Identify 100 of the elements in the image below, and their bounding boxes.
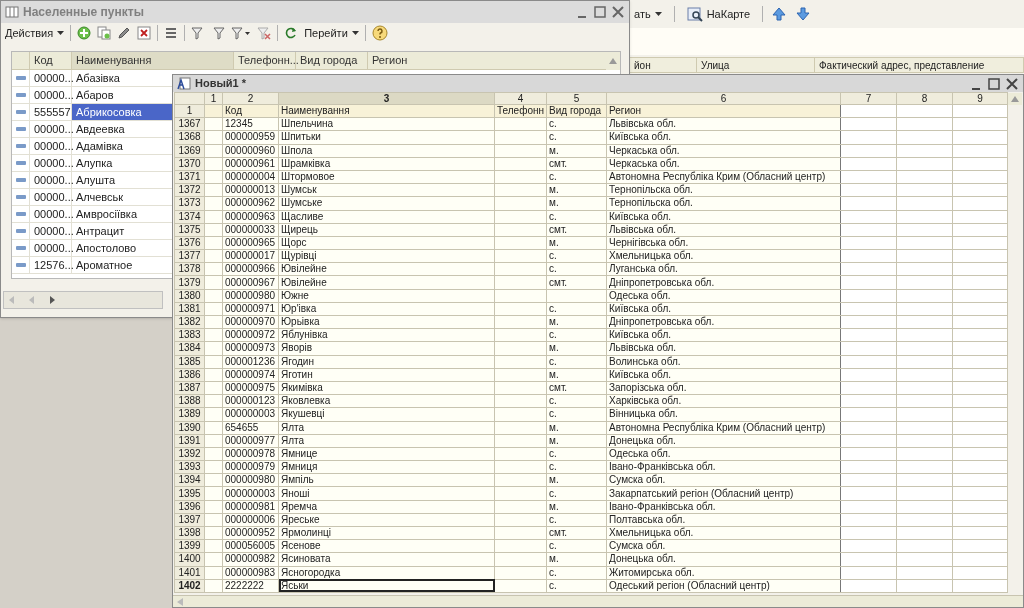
table-cell: м. (549, 474, 559, 486)
scrollbar[interactable] (606, 52, 620, 70)
table-cell: Хмельницька обл. (609, 527, 694, 539)
close-icon[interactable] (611, 5, 625, 19)
list-icon[interactable] (164, 26, 179, 40)
table-cell: Ювілейне (281, 276, 327, 288)
down-arrow-icon[interactable] (795, 6, 812, 22)
table-cell: 000000006 (225, 514, 276, 525)
table-cell: смт. (549, 224, 568, 235)
table-cell: 000001236 (225, 356, 276, 367)
table-cell: м. (549, 184, 559, 196)
table-cell: Київська обл. (609, 303, 671, 314)
table-cell: Донецька обл. (609, 435, 676, 446)
filter-off-icon[interactable] (257, 26, 272, 40)
table-cell: м. (549, 197, 559, 209)
table-cell: 00000... (30, 87, 72, 103)
actions-menu[interactable]: Действия (5, 24, 65, 42)
table-cell: Волинська обл. (609, 356, 681, 367)
next-icon[interactable] (48, 296, 56, 304)
up-arrow-icon[interactable] (771, 6, 788, 22)
help-icon[interactable] (371, 25, 388, 41)
column-number[interactable]: 4 (494, 92, 547, 105)
table-cell: Одеська обл. (609, 290, 671, 301)
table-cell: Шпельчина (281, 118, 334, 130)
item-icon (15, 212, 26, 216)
window-title: Новый1 * (195, 76, 247, 92)
filter-icon[interactable] (211, 26, 226, 40)
column-header: Наименування (281, 105, 350, 117)
menu-button[interactable]: ать (630, 5, 666, 23)
table-cell: Харківська обл. (609, 395, 682, 407)
table-cell: Штормовое (281, 171, 335, 183)
table-cell: Ягодин (281, 356, 314, 367)
close-icon[interactable] (1005, 76, 1019, 91)
table-cell: 000000123 (225, 395, 276, 407)
table-cell: Ювілейне (281, 263, 327, 275)
table-cell: Яремча (281, 501, 317, 512)
go-to-menu[interactable]: Перейти (304, 24, 359, 42)
item-icon (15, 110, 26, 114)
column-number[interactable]: 7 (840, 92, 897, 105)
column-header: Вид города (549, 105, 602, 117)
table-cell: 000000961 (225, 158, 276, 169)
table-cell: Луганська обл. (609, 263, 678, 275)
table-cell: с. (549, 461, 557, 473)
table-cell: м. (549, 316, 559, 328)
table-cell: Шрамківка (281, 158, 331, 169)
table-cell: 000000974 (225, 369, 276, 380)
add-icon[interactable] (77, 26, 92, 40)
column-header: Регион (609, 105, 642, 117)
filter-icon[interactable] (231, 26, 252, 40)
table-cell: 000000960 (225, 145, 276, 156)
column-number[interactable]: 6 (606, 92, 841, 105)
table-cell: Ясиновата (281, 553, 331, 565)
delete-icon[interactable] (137, 26, 152, 40)
table-cell: 000000973 (225, 342, 276, 354)
table-cell: Автономна Республіка Крим (Обласний центр) (609, 171, 826, 183)
table-cell: с. (549, 171, 557, 183)
table-cell: Яськи (281, 580, 309, 591)
copy-icon[interactable] (97, 26, 112, 40)
table-cell: Одеський регіон (Обласний центр) (609, 580, 770, 591)
column-header: Вид города (300, 53, 358, 69)
maximize-icon[interactable] (987, 76, 1001, 91)
table-cell: м. (549, 342, 559, 354)
map-button[interactable]: НаКарте (682, 5, 755, 23)
item-icon (15, 161, 26, 165)
table-cell: 00000... (30, 155, 72, 171)
table-cell: с. (549, 580, 557, 591)
table-cell: Автономна Республіка Крим (Обласний центр) (609, 422, 826, 433)
table-cell: Щорс (281, 237, 307, 248)
column-number[interactable]: 9 (952, 92, 1008, 105)
table-cell: 000000983 (225, 567, 276, 578)
column-number[interactable]: 8 (896, 92, 953, 105)
table-cell: с. (549, 487, 557, 499)
column-number[interactable]: 2 (222, 92, 279, 105)
table-cell: 000000003 (225, 408, 276, 420)
table-cell: с. (549, 263, 557, 275)
maximize-icon[interactable] (593, 5, 607, 19)
column-header: Телефонн... (238, 53, 299, 69)
table-cell: 000000978 (225, 448, 276, 459)
table-cell: Ялта (281, 435, 305, 446)
table-cell: Сумска обл. (609, 474, 666, 486)
table-cell: Щирець (281, 224, 319, 235)
table-cell: Львівська обл. (609, 342, 677, 354)
column-number[interactable]: 5 (546, 92, 607, 105)
column-number[interactable]: 3 (278, 92, 495, 105)
refresh-icon[interactable] (284, 26, 299, 40)
table-cell: Вінницька обл. (609, 408, 678, 420)
horizontal-scrollbar[interactable] (173, 595, 1023, 607)
table-cell: 00000... (30, 189, 72, 205)
window-title: Населенные пункты (23, 4, 144, 21)
table-cell: 000000962 (225, 197, 276, 209)
table-cell: Запорізська обл. (609, 382, 687, 394)
table-cell: 000000981 (225, 501, 276, 512)
table-cell: Юрьівка (281, 316, 320, 328)
table-cell: с. (549, 211, 557, 222)
table-cell: 00000... (30, 138, 72, 154)
scroll-up-icon[interactable] (609, 58, 617, 64)
table-cell: 000000967 (225, 276, 276, 288)
pencil-icon[interactable] (117, 26, 132, 40)
table-cell: м. (549, 501, 559, 512)
filter-icon[interactable] (191, 26, 206, 40)
